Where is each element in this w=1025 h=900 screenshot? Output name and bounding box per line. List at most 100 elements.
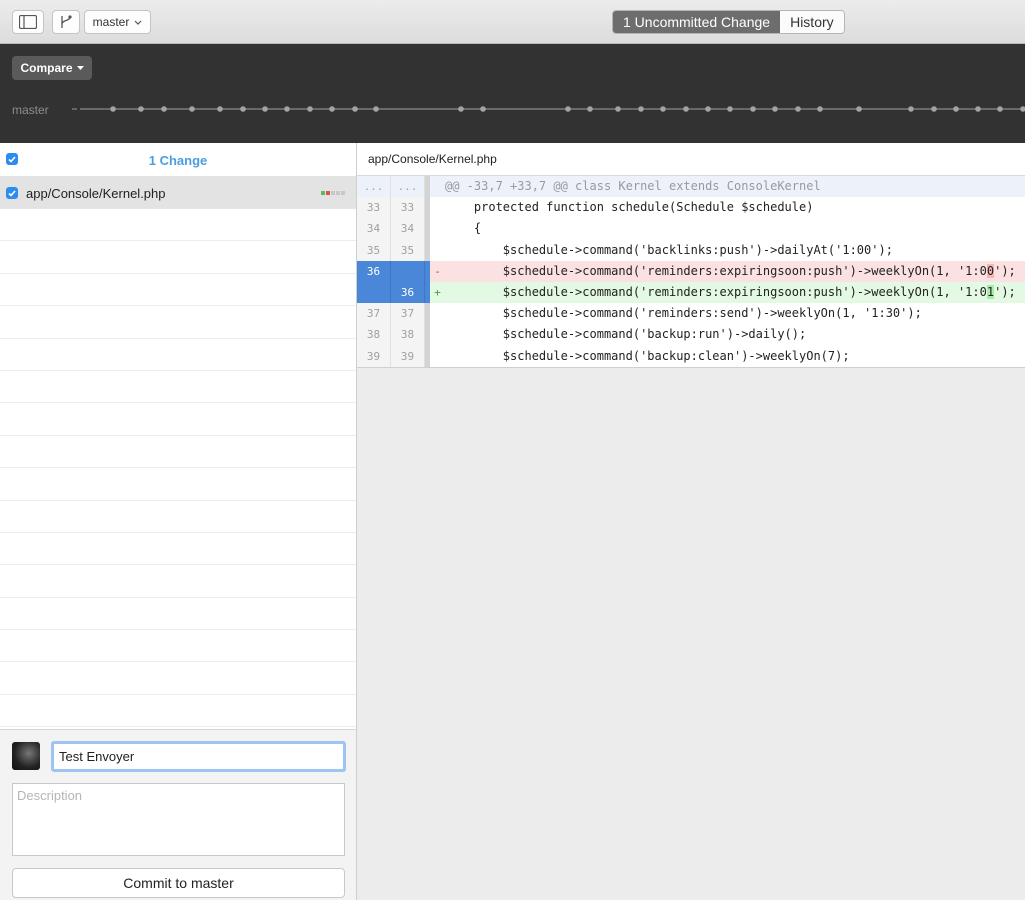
timeline-fade-dot xyxy=(73,108,75,110)
timeline-commit-dot[interactable] xyxy=(975,106,981,112)
new-line-number: 35 xyxy=(391,239,425,261)
timeline-commit-dot[interactable] xyxy=(727,106,733,112)
old-line-number: 34 xyxy=(357,218,391,240)
diff-sign xyxy=(430,218,445,239)
timeline-commit-dot[interactable] xyxy=(329,106,335,112)
diff-context-line[interactable]: 35 35 $schedule->command('backlinks:push… xyxy=(357,239,1025,261)
create-branch-button[interactable] xyxy=(52,10,80,34)
diffstat-neutral-block xyxy=(336,191,340,195)
timeline-commit-dot[interactable] xyxy=(931,106,937,112)
empty-row xyxy=(0,598,356,631)
diff-context-line[interactable]: 38 38 $schedule->command('backup:run')->… xyxy=(357,324,1025,346)
diff-sign xyxy=(430,240,445,261)
caret-down-icon xyxy=(76,66,84,70)
old-line-number xyxy=(357,281,391,304)
toggle-sidebar-button[interactable] xyxy=(12,10,44,34)
commit-timeline-graph[interactable] xyxy=(72,102,1025,116)
changed-file-path: app/Console/Kernel.php xyxy=(26,186,166,201)
diff-hunk-header[interactable]: ... ... @@ -33,7 +33,7 @@ class Kernel e… xyxy=(357,176,1025,198)
code-text-part: $schedule->command('reminders:expiringso… xyxy=(445,263,987,278)
empty-row xyxy=(0,371,356,404)
timeline-commit-dot[interactable] xyxy=(795,106,801,112)
diff-sign xyxy=(430,346,445,367)
diff-context-line[interactable]: 37 37 $schedule->command('reminders:send… xyxy=(357,303,1025,325)
timeline-commit-dot[interactable] xyxy=(856,106,862,112)
timeline-commit-dot[interactable] xyxy=(189,106,195,112)
branch-selector[interactable]: master xyxy=(84,10,151,34)
timeline-commit-dot[interactable] xyxy=(307,106,313,112)
diff-context-line[interactable]: 34 34 { xyxy=(357,218,1025,240)
diff-added-line[interactable]: 36 + $schedule->command('reminders:expir… xyxy=(357,281,1025,304)
new-line-number: 38 xyxy=(391,324,425,346)
code-text: $schedule->command('reminders:expiringso… xyxy=(445,261,1025,282)
timeline-commit-dot[interactable] xyxy=(1020,106,1025,112)
diff-context-line[interactable]: 33 33 protected function schedule(Schedu… xyxy=(357,197,1025,219)
timeline-commit-dot[interactable] xyxy=(587,106,593,112)
view-switcher: 1 Uncommitted Change History xyxy=(612,10,845,34)
new-line-number: 37 xyxy=(391,303,425,325)
hunk-header-text: @@ -33,7 +33,7 @@ class Kernel extends C… xyxy=(445,179,821,193)
code-text: $schedule->command('reminders:expiringso… xyxy=(445,282,1025,303)
timeline-commit-dot[interactable] xyxy=(138,106,144,112)
empty-row xyxy=(0,565,356,598)
empty-row xyxy=(0,274,356,307)
timeline-commit-dot[interactable] xyxy=(110,106,116,112)
commit-button[interactable]: Commit to master xyxy=(12,868,345,898)
diffstat-neutral-block xyxy=(341,191,345,195)
file-include-checkbox[interactable] xyxy=(6,187,18,199)
timeline-commit-dot[interactable] xyxy=(480,106,486,112)
commit-description-input[interactable] xyxy=(12,783,345,856)
timeline-commit-dot[interactable] xyxy=(615,106,621,112)
code-text-part: '); xyxy=(994,263,1016,278)
old-line-number: 37 xyxy=(357,303,391,325)
old-line-number: 36 xyxy=(357,260,391,282)
timeline-commit-dot[interactable] xyxy=(565,106,571,112)
timeline-commit-dot[interactable] xyxy=(217,106,223,112)
timeline-commit-dot[interactable] xyxy=(373,106,379,112)
timeline-commit-dot[interactable] xyxy=(953,106,959,112)
timeline-commit-dot[interactable] xyxy=(161,106,167,112)
diff-context-line[interactable]: 39 39 $schedule->command('backup:clean')… xyxy=(357,345,1025,367)
new-line-number: 33 xyxy=(391,197,425,219)
sidebar-icon xyxy=(19,15,37,29)
timeline-commit-dot[interactable] xyxy=(458,106,464,112)
timeline-commit-dot[interactable] xyxy=(750,106,756,112)
diff-sign xyxy=(430,324,445,345)
diff-body: ... ... @@ -33,7 +33,7 @@ class Kernel e… xyxy=(357,176,1025,368)
timeline-commit-dot[interactable] xyxy=(262,106,268,112)
diff-deleted-line[interactable]: 36 - $schedule->command('reminders:expir… xyxy=(357,260,1025,282)
timeline-commit-dot[interactable] xyxy=(660,106,666,112)
timeline-commit-dot[interactable] xyxy=(997,106,1003,112)
commit-panel: Commit to master xyxy=(0,729,356,900)
timeline-commit-dot[interactable] xyxy=(638,106,644,112)
changes-count-title: 1 Change xyxy=(148,153,208,168)
code-text-part: '); xyxy=(994,284,1016,299)
tab-uncommitted-changes[interactable]: 1 Uncommitted Change xyxy=(613,11,781,33)
commit-summary-input[interactable] xyxy=(51,741,346,772)
code-text: { xyxy=(445,221,482,236)
timeline-commit-dot[interactable] xyxy=(284,106,290,112)
diff-panel: app/Console/Kernel.php ... ... @@ -33,7 … xyxy=(357,143,1025,900)
empty-row xyxy=(0,306,356,339)
diff-sign: + xyxy=(434,285,441,299)
compare-button[interactable]: Compare xyxy=(12,56,92,80)
timeline-commit-dot[interactable] xyxy=(705,106,711,112)
timeline-commit-dot[interactable] xyxy=(817,106,823,112)
diffstat-indicator xyxy=(321,191,345,195)
old-line-number: 39 xyxy=(357,345,391,367)
diffstat-deleted-block xyxy=(326,191,330,195)
compare-button-label: Compare xyxy=(20,61,73,75)
timeline-commit-dot[interactable] xyxy=(352,106,358,112)
empty-row xyxy=(0,662,356,695)
tab-history[interactable]: History xyxy=(780,11,844,33)
changed-file-row[interactable]: app/Console/Kernel.php xyxy=(0,177,356,209)
diffstat-added-block xyxy=(321,191,325,195)
timeline-commit-dot[interactable] xyxy=(772,106,778,112)
code-text: $schedule->command('reminders:send')->we… xyxy=(445,306,922,321)
timeline-commit-dot[interactable] xyxy=(683,106,689,112)
timeline-commit-dot[interactable] xyxy=(240,106,246,112)
empty-row xyxy=(0,241,356,274)
chevron-down-icon xyxy=(134,20,142,25)
timeline-commit-dot[interactable] xyxy=(908,106,914,112)
branch-selector-label: master xyxy=(92,15,130,29)
